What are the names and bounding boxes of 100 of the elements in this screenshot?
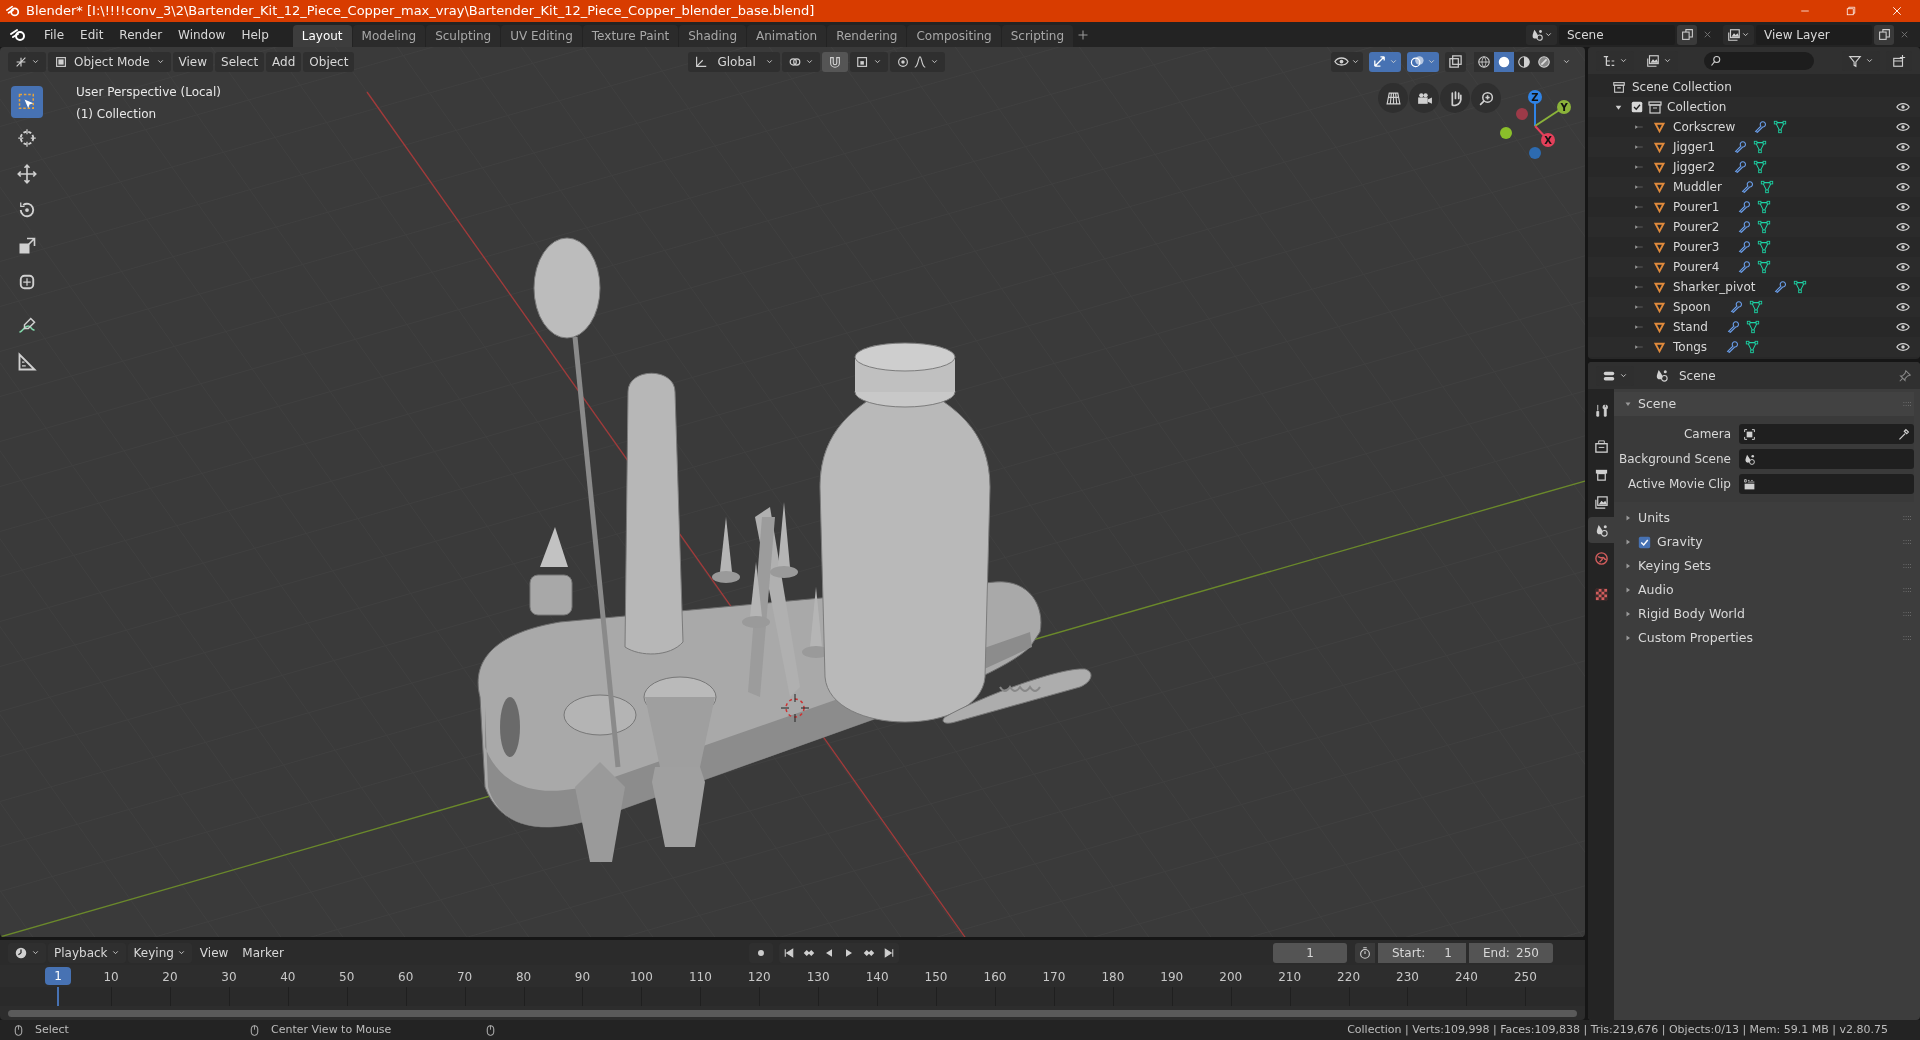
tree-item-label[interactable]: Sharker_pivot <box>1673 278 1756 296</box>
mesh-data-icon[interactable] <box>1753 160 1768 174</box>
eye-icon[interactable] <box>1896 100 1910 114</box>
tree-item-label[interactable]: Pourer4 <box>1673 258 1720 276</box>
wrench-icon[interactable] <box>1737 260 1752 274</box>
expand-arrow-icon[interactable] <box>1632 282 1646 292</box>
mesh-data-icon[interactable] <box>1757 200 1772 214</box>
image-stack-browse-button[interactable] <box>1723 24 1754 45</box>
shading-mode-button[interactable] <box>1514 51 1534 72</box>
workspace-tab[interactable]: Sculpting <box>426 25 501 47</box>
object-field[interactable] <box>1739 474 1914 494</box>
workspace-tab[interactable]: Layout <box>292 25 352 47</box>
panel-header[interactable]: Scene <box>1614 392 1914 416</box>
expand-arrow-icon[interactable] <box>1632 182 1646 192</box>
scene-field[interactable]: Scene <box>1559 24 1675 45</box>
expand-arrow-icon[interactable] <box>1632 222 1646 232</box>
tree-item-label[interactable]: Jigger1 <box>1673 138 1716 156</box>
tree-item-label[interactable]: Scene Collection <box>1632 78 1732 96</box>
expand-arrow-icon[interactable] <box>1632 162 1646 172</box>
eye-icon[interactable] <box>1896 300 1910 314</box>
search-field[interactable] <box>1704 51 1814 70</box>
menu-item[interactable]: View <box>172 51 214 72</box>
menu-item[interactable]: Object <box>303 51 355 72</box>
wrench-icon[interactable] <box>1773 280 1788 294</box>
scene-browse-button[interactable] <box>1526 24 1557 45</box>
menu-item[interactable]: Help <box>233 23 277 46</box>
tree-item-label[interactable]: Pourer2 <box>1673 218 1720 236</box>
tree-item-label[interactable]: Pourer3 <box>1673 238 1720 256</box>
properties-tab[interactable] <box>1588 517 1614 543</box>
expand-arrow-icon[interactable] <box>1632 242 1646 252</box>
wrench-icon[interactable] <box>1733 140 1748 154</box>
eye-icon[interactable] <box>1896 340 1910 354</box>
eye-icon[interactable] <box>1896 240 1910 254</box>
checkbox-icon[interactable] <box>1638 535 1651 549</box>
wrench-icon[interactable] <box>1753 120 1768 134</box>
shading-mode-button[interactable] <box>1494 51 1514 72</box>
editor-type-button[interactable] <box>8 942 46 963</box>
tree-item-label[interactable]: Muddler <box>1673 178 1722 196</box>
expand-arrow-icon[interactable] <box>1632 122 1646 132</box>
mesh-data-icon[interactable] <box>1793 280 1808 294</box>
wrench-icon[interactable] <box>1737 220 1752 234</box>
mesh-data-icon[interactable] <box>1745 340 1760 354</box>
workspace-tab[interactable]: Modeling <box>352 25 426 47</box>
expand-arrow-icon[interactable] <box>1632 302 1646 312</box>
grid-button[interactable] <box>1378 83 1408 113</box>
mesh-data-icon[interactable] <box>1759 180 1774 194</box>
wrench-icon[interactable] <box>1739 180 1754 194</box>
menu-item[interactable]: Edit <box>72 23 112 46</box>
panel-header[interactable]: Gravity <box>1614 530 1914 554</box>
eyedropper-icon[interactable] <box>1897 427 1910 441</box>
wrench-icon[interactable] <box>1737 200 1752 214</box>
menu-item[interactable]: Marker <box>236 942 290 963</box>
menu-item[interactable]: View <box>193 942 235 963</box>
tree-item-label[interactable]: Collection <box>1667 98 1892 116</box>
panel-header[interactable]: Custom Properties <box>1614 626 1914 650</box>
tree-item-label[interactable]: Corkscrew <box>1673 118 1736 136</box>
mesh-data-icon[interactable] <box>1753 140 1768 154</box>
eye-icon[interactable] <box>1896 120 1910 134</box>
mesh-data-icon[interactable] <box>1757 260 1772 274</box>
checkbox-icon[interactable] <box>1631 101 1643 113</box>
viewport-toggle-button[interactable] <box>1331 51 1363 72</box>
workspace-tab[interactable]: Shading <box>679 25 746 47</box>
shading-mode-button[interactable] <box>1474 51 1494 72</box>
wrench-icon[interactable] <box>1725 320 1740 334</box>
zoom-button[interactable] <box>1471 83 1501 113</box>
tree-item-label[interactable]: Tongs <box>1673 338 1708 356</box>
pivot-dropdown[interactable] <box>781 51 820 72</box>
mesh-data-icon[interactable] <box>1757 220 1772 234</box>
workspace-tab[interactable]: UV Editing <box>501 25 582 47</box>
preview-range-button[interactable] <box>1355 942 1375 963</box>
snap-target-dropdown[interactable] <box>849 51 888 72</box>
eye-icon[interactable] <box>1896 280 1910 294</box>
eye-icon[interactable] <box>1896 260 1910 274</box>
current-frame-field[interactable]: 1 <box>1273 942 1347 963</box>
shading-mode-button[interactable] <box>1534 51 1554 72</box>
panel-header[interactable]: Keying Sets <box>1614 554 1914 578</box>
expand-arrow-icon[interactable] <box>1632 322 1646 332</box>
hand-button[interactable] <box>1440 83 1470 113</box>
eye-icon[interactable] <box>1896 140 1910 154</box>
wrench-icon[interactable] <box>1725 340 1740 354</box>
menu-item[interactable]: Playback <box>48 942 126 963</box>
eye-icon[interactable] <box>1896 320 1910 334</box>
mesh-data-icon[interactable] <box>1757 240 1772 254</box>
menu-item[interactable]: Window <box>170 23 234 46</box>
copy-button[interactable] <box>1874 24 1894 45</box>
workspace-tab[interactable]: Scripting <box>1001 25 1074 47</box>
object-field[interactable] <box>1739 449 1914 469</box>
expand-arrow-icon[interactable] <box>1632 202 1646 212</box>
workspace-tab[interactable]: Texture Paint <box>582 25 679 47</box>
tree-item-label[interactable]: Jigger2 <box>1673 158 1716 176</box>
tree-item-label[interactable]: Spoon <box>1673 298 1711 316</box>
expand-arrow-icon[interactable] <box>1632 142 1646 152</box>
menu-item[interactable]: Keying <box>127 942 192 963</box>
panel-header[interactable]: Units <box>1614 506 1914 530</box>
mesh-data-icon[interactable] <box>1745 320 1760 334</box>
eye-icon[interactable] <box>1896 220 1910 234</box>
navigation-gizmo[interactable] <box>1500 90 1571 159</box>
tree-item-label[interactable]: Pourer1 <box>1673 198 1720 216</box>
workspace-tab[interactable]: Compositing <box>907 25 1001 47</box>
menu-item[interactable]: File <box>36 23 73 46</box>
